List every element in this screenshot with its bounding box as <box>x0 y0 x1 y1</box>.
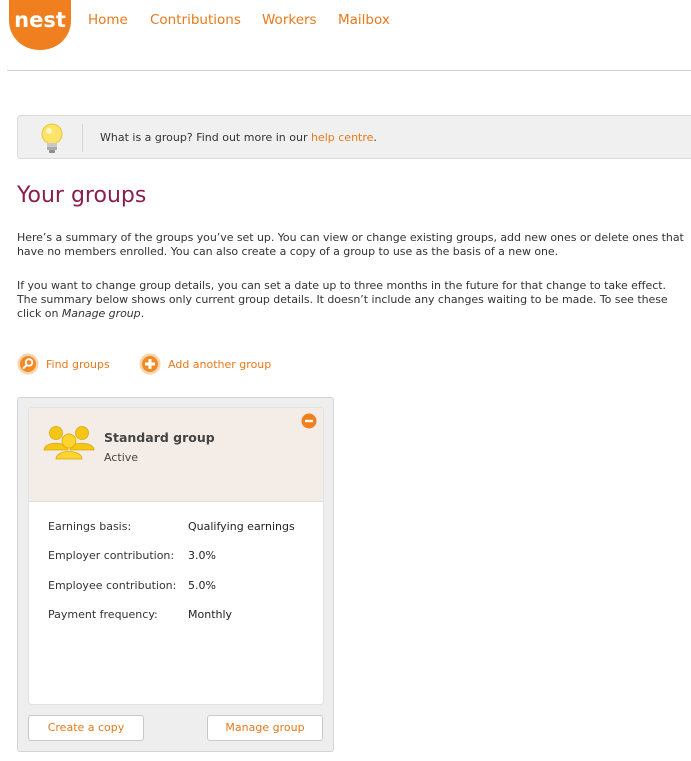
group-status: Active <box>104 451 139 464</box>
help-tip-banner: What is a group? Find out more in our he… <box>17 115 691 159</box>
details-paragraph: If you want to change group details, you… <box>17 279 668 320</box>
add-group-label[interactable]: Add another group <box>168 358 271 371</box>
header-divider <box>7 70 691 71</box>
nav-contributions[interactable]: Contributions <box>150 12 241 28</box>
detail-value: 5.0% <box>188 579 216 592</box>
tip-text: What is a group? Find out more in our he… <box>100 131 377 144</box>
group-card-body: Standard group Active Earnings basis: Qua… <box>28 407 324 705</box>
manage-group-emphasis: Manage group <box>61 307 141 320</box>
nav-workers[interactable]: Workers <box>262 12 317 28</box>
delete-group-icon[interactable] <box>301 413 317 429</box>
detail-row-frequency: Payment frequency: Monthly <box>48 608 232 621</box>
lightbulb-icon <box>39 122 65 156</box>
intro-paragraph: Here’s a summary of the groups you’ve se… <box>17 231 684 258</box>
find-groups-label[interactable]: Find groups <box>46 358 110 371</box>
detail-label: Earnings basis: <box>48 520 132 533</box>
group-name: Standard group <box>104 430 215 445</box>
detail-label: Employee contribution: <box>48 579 177 592</box>
detail-label: Employer contribution: <box>48 549 175 562</box>
detail-label: Payment frequency: <box>48 608 158 621</box>
plus-icon <box>139 353 161 379</box>
manage-group-button[interactable]: Manage group <box>207 715 323 741</box>
group-people-icon <box>42 425 98 469</box>
help-centre-link[interactable]: help centre <box>311 131 373 144</box>
nav-mailbox[interactable]: Mailbox <box>338 12 390 28</box>
page-title: Your groups <box>17 183 147 208</box>
group-card-header: Standard group Active <box>29 408 323 502</box>
detail-row-earnings: Earnings basis: Qualifying earnings <box>48 520 295 533</box>
detail-row-employee: Employee contribution: 5.0% <box>48 579 216 592</box>
magnifier-icon <box>17 353 39 379</box>
group-card: Standard group Active Earnings basis: Qua… <box>17 397 334 752</box>
create-copy-button[interactable]: Create a copy <box>28 715 144 741</box>
detail-value: Monthly <box>188 608 233 621</box>
detail-value: 3.0% <box>188 549 216 562</box>
detail-value: Qualifying earnings <box>188 520 295 533</box>
nest-logo[interactable]: nest <box>7 0 73 50</box>
tip-separator <box>82 124 83 152</box>
nav-home[interactable]: Home <box>88 12 128 28</box>
detail-row-employer: Employer contribution: 3.0% <box>48 549 216 562</box>
logo-text: nest <box>14 8 66 32</box>
